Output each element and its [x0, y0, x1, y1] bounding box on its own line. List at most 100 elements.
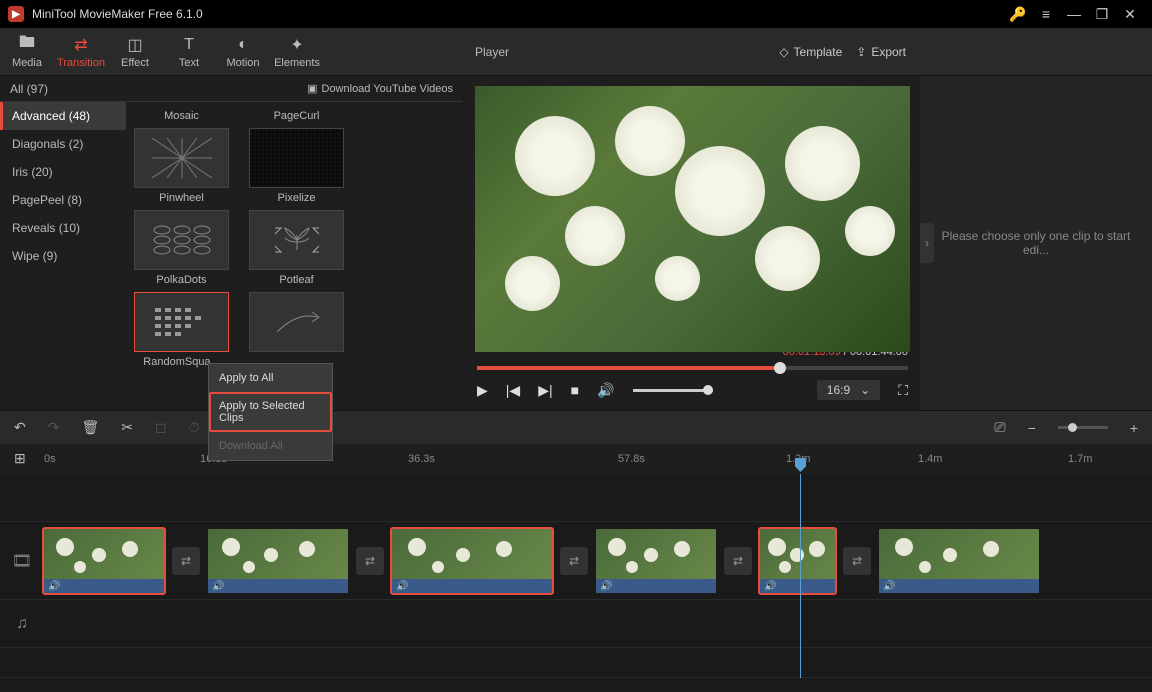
folder-icon: 🖿 [0, 35, 54, 55]
panel-collapse-handle[interactable]: › [920, 223, 934, 263]
thumb-unnamed[interactable] [249, 292, 344, 368]
download-icon: ▣ [307, 82, 317, 95]
player-label: Player [475, 45, 509, 59]
effect-icon: ◫ [108, 35, 162, 55]
template-button[interactable]: ◇Template [779, 45, 842, 59]
template-icon: ◇ [779, 45, 788, 59]
speaker-icon: 🔊 [396, 581, 408, 592]
download-youtube-link[interactable]: ▣Download YouTube Videos [307, 82, 453, 95]
key-icon[interactable]: 🔑 [1004, 6, 1032, 23]
timeline-ruler[interactable]: ⊞ 0s 16.3s 36.3s 57.8s 1.2m 1.4m 1.7m [0, 444, 1152, 474]
timeline-clip[interactable]: 🔊 [596, 529, 716, 593]
tab-transition[interactable]: ⇄Transition [54, 35, 108, 69]
category-wipe[interactable]: Wipe (9) [0, 242, 126, 270]
menu-download-all[interactable]: Download All [209, 432, 332, 460]
transition-slot[interactable]: ⇄ [172, 547, 200, 575]
redo-button[interactable]: ↷ [48, 419, 60, 436]
category-diagonals[interactable]: Diagonals (2) [0, 130, 126, 158]
tab-text[interactable]: TText [162, 35, 216, 69]
timeline-clip[interactable]: 🔊 [392, 529, 552, 593]
prev-frame-button[interactable]: |◀ [506, 382, 520, 399]
crop-button[interactable]: ◻ [155, 419, 167, 436]
audio-track[interactable]: ♫ [0, 600, 1152, 648]
app-logo: ▶ [8, 6, 24, 22]
speaker-icon: 🔊 [600, 581, 612, 592]
properties-panel: › Please choose only one clip to start e… [920, 76, 1152, 410]
tab-effect[interactable]: ◫Effect [108, 35, 162, 69]
audio-track-icon: ♫ [0, 615, 44, 633]
minimize-button[interactable]: — [1060, 6, 1088, 22]
text-icon: T [162, 35, 216, 55]
volume-slider[interactable] [633, 389, 713, 392]
fullscreen-button[interactable]: ⛶ [898, 382, 908, 399]
zoom-slider[interactable] [1058, 426, 1108, 429]
timeline-clip[interactable]: 🔊 [44, 529, 164, 593]
menu-apply-selected[interactable]: Apply to Selected Clips [209, 392, 332, 432]
transition-slot[interactable]: ⇄ [724, 547, 752, 575]
video-preview[interactable] [475, 86, 910, 352]
timeline-clip[interactable]: 🔊 [879, 529, 1039, 593]
motion-icon: ◐ [216, 35, 270, 55]
add-track-button[interactable]: ⊞ [14, 450, 26, 467]
video-track[interactable]: 🎞 🔊 ⇄ 🔊 ⇄ 🔊 ⇄ 🔊 ⇄ 🔊 ⇄ 🔊 [0, 522, 1152, 600]
speed-button[interactable]: ⏱ [189, 419, 200, 436]
overlay-track[interactable] [0, 474, 1152, 522]
speaker-icon: 🔊 [764, 581, 776, 592]
category-reveals[interactable]: Reveals (10) [0, 214, 126, 242]
chevron-down-icon: ⌄ [860, 383, 870, 397]
transition-slot[interactable]: ⇄ [356, 547, 384, 575]
thumb-pinwheel[interactable]: Pinwheel [134, 128, 229, 204]
seek-bar[interactable] [477, 366, 908, 370]
main-toolbar: 🖿Media ⇄Transition ◫Effect TText ◐Motion… [0, 28, 463, 76]
close-button[interactable]: ✕ [1116, 6, 1144, 23]
thumb-randomsquares[interactable]: RandomSqua... [134, 292, 229, 368]
speaker-icon: 🔊 [883, 581, 895, 592]
timeline-toolbar: ↶ ↷ 🗑 ✂ ◻ ⏱ ⎚ − + [0, 410, 1152, 444]
export-icon: ⇪ [856, 45, 866, 59]
titlebar: ▶ MiniTool MovieMaker Free 6.1.0 🔑 ≡ — ❐… [0, 0, 1152, 28]
zoom-in-button[interactable]: + [1130, 420, 1138, 436]
export-button[interactable]: ⇪Export [856, 45, 906, 59]
next-frame-button[interactable]: ▶| [538, 382, 552, 399]
app-title: MiniTool MovieMaker Free 6.1.0 [32, 7, 1004, 21]
zoom-out-button[interactable]: − [1028, 420, 1036, 436]
video-track-icon: 🎞 [0, 551, 44, 571]
tab-media[interactable]: 🖿Media [0, 35, 54, 69]
thumb-potleaf[interactable]: Potleaf [249, 210, 344, 286]
speaker-icon: 🔊 [48, 581, 60, 592]
elements-icon: ✦ [270, 35, 324, 55]
transition-slot[interactable]: ⇄ [560, 547, 588, 575]
category-list: Advanced (48) Diagonals (2) Iris (20) Pa… [0, 102, 126, 410]
menu-icon[interactable]: ≡ [1032, 6, 1060, 22]
category-advanced[interactable]: Advanced (48) [0, 102, 126, 130]
play-button[interactable]: ▶ [477, 382, 488, 399]
speaker-icon: 🔊 [212, 581, 224, 592]
fit-button[interactable]: ⎚ [994, 419, 1005, 436]
thumb-pixelize[interactable]: Pixelize [249, 128, 344, 204]
category-all[interactable]: All (97) [10, 82, 48, 96]
maximize-button[interactable]: ❐ [1088, 6, 1116, 23]
aspect-ratio-dropdown[interactable]: 16:9⌄ [817, 380, 880, 400]
properties-hint: Please choose only one clip to start edi… [930, 229, 1142, 257]
tab-elements[interactable]: ✦Elements [270, 35, 324, 69]
split-button[interactable]: ✂ [121, 419, 133, 436]
thumb-mosaic[interactable]: Mosaic [134, 106, 229, 122]
transition-slot[interactable]: ⇄ [843, 547, 871, 575]
transition-icon: ⇄ [54, 35, 108, 55]
timeline-clip[interactable]: 🔊 [760, 529, 835, 593]
undo-button[interactable]: ↶ [14, 419, 26, 436]
tab-motion[interactable]: ◐Motion [216, 35, 270, 69]
thumb-pagecurl[interactable]: PageCurl [249, 106, 344, 122]
player-header: Player ◇Template ⇪Export [463, 28, 918, 76]
thumb-polkadots[interactable]: PolkaDots [134, 210, 229, 286]
extra-track[interactable] [0, 648, 1152, 678]
transitions-panel: All (97) ▣Download YouTube Videos Advanc… [0, 76, 463, 410]
volume-icon[interactable]: 🔊 [597, 382, 614, 399]
context-menu: Apply to All Apply to Selected Clips Dow… [208, 363, 333, 461]
stop-button[interactable]: ■ [571, 382, 579, 398]
category-pagepeel[interactable]: PagePeel (8) [0, 186, 126, 214]
category-iris[interactable]: Iris (20) [0, 158, 126, 186]
delete-button[interactable]: 🗑 [81, 419, 99, 436]
menu-apply-all[interactable]: Apply to All [209, 364, 332, 392]
timeline-clip[interactable]: 🔊 [208, 529, 348, 593]
